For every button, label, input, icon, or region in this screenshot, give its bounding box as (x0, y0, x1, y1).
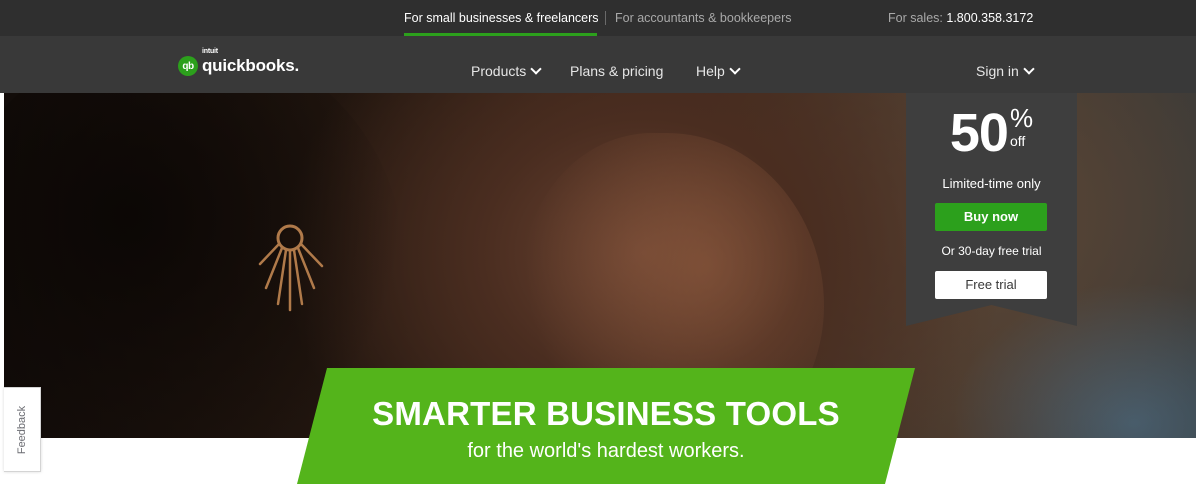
hero-banner: SMARTER BUSINESS TOOLS for the world's h… (297, 368, 915, 484)
sales-phone-link[interactable]: 1.800.358.3172 (946, 11, 1033, 25)
quickbooks-logo-icon: qb (178, 56, 198, 76)
sales-label: For sales: (888, 11, 943, 25)
main-nav: qb intuit quickbooks. Products Plans & p… (0, 36, 1196, 93)
divider (605, 11, 606, 25)
trial-text: Or 30-day free trial (941, 244, 1042, 258)
discount-amount: 50 % off (906, 103, 1077, 163)
limited-time-label: Limited-time only (942, 176, 1041, 191)
chevron-down-icon (1023, 63, 1035, 75)
off-label: off (1009, 133, 1026, 149)
banner-subtitle: for the world's hardest workers. (467, 440, 745, 462)
chevron-down-icon (729, 63, 741, 75)
quickbooks-logo[interactable]: qb intuit quickbooks. (178, 48, 299, 76)
tab-small-businesses[interactable]: For small businesses & freelancers (404, 0, 599, 36)
free-trial-button[interactable]: Free trial (935, 271, 1047, 299)
chevron-down-icon (530, 63, 542, 75)
tab-accountants[interactable]: For accountants & bookkeepers (615, 0, 792, 36)
discount-number: 50 (949, 103, 1009, 163)
discount-suffix: % off (1010, 103, 1033, 149)
nav-help-label: Help (696, 63, 725, 79)
nav-plans-label: Plans & pricing (570, 63, 664, 79)
buy-now-button[interactable]: Buy now (935, 203, 1047, 231)
feedback-label: Feedback (16, 405, 28, 454)
sales-contact: For sales: 1.800.358.3172 (888, 0, 1033, 36)
logo-wordmark: intuit quickbooks. (202, 48, 299, 76)
banner-title: SMARTER BUSINESS TOOLS (372, 395, 840, 432)
nav-sign-in[interactable]: Sign in (976, 36, 1035, 93)
nav-help[interactable]: Help (696, 36, 741, 93)
top-utility-bar: For small businesses & freelancers For a… (0, 0, 1196, 36)
offer-panel: 50 % off Limited-time only Buy now Or 30… (906, 93, 1077, 326)
nav-products[interactable]: Products (471, 36, 542, 93)
logo-intuit-text: intuit (202, 48, 218, 55)
nav-plans-pricing[interactable]: Plans & pricing (570, 36, 663, 93)
nav-products-label: Products (471, 63, 527, 79)
logo-quickbooks-text: quickbooks. (202, 56, 299, 75)
nav-sign-in-label: Sign in (976, 63, 1019, 79)
earring-graphic (258, 224, 324, 312)
percent-sign: % (1009, 103, 1034, 133)
feedback-tab[interactable]: Feedback (4, 387, 41, 472)
